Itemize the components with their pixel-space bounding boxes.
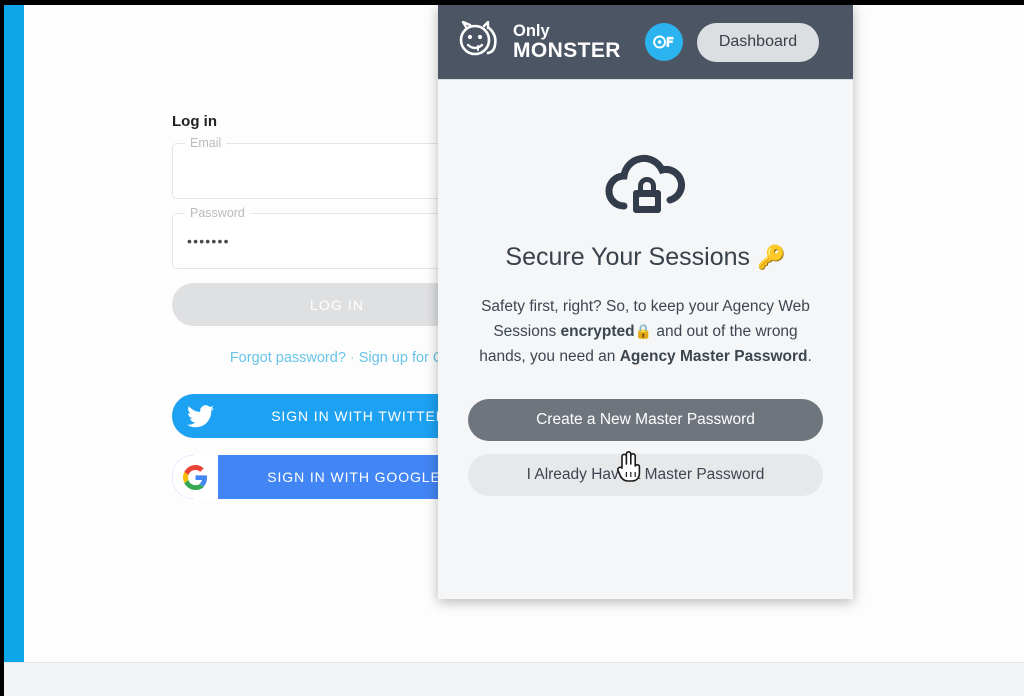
page-bottom-band xyxy=(4,662,1024,696)
password-field-value: ••••••• xyxy=(187,233,230,249)
already-have-master-password-button[interactable]: I Already Have a Master Password xyxy=(468,454,823,497)
brand-line-2: MONSTER xyxy=(513,38,621,62)
top-black-bar xyxy=(0,0,1024,5)
screenshot-root: Log in Email Password ••••••• LOG IN For… xyxy=(0,0,1024,696)
left-black-bar xyxy=(0,0,4,696)
onlyfans-icon[interactable] xyxy=(644,23,683,61)
brand-line-1: Only xyxy=(513,21,550,40)
brand-text: Only MONSTER xyxy=(513,21,621,62)
panel-heading-text: Secure Your Sessions xyxy=(505,243,750,271)
cloud-lock-icon xyxy=(600,150,692,221)
forgot-password-link[interactable]: Forgot password? xyxy=(230,350,346,366)
key-icon: 🔑 xyxy=(756,244,786,270)
panel-description: Safety first, right? So, to keep your Ag… xyxy=(468,294,823,369)
panel-body: Secure Your Sessions 🔑 Safety first, rig… xyxy=(438,80,853,497)
panel-header: Only MONSTER Dashboard xyxy=(438,5,853,80)
password-field-label: Password xyxy=(185,206,250,220)
description-bold-master-password: Agency Master Password xyxy=(619,348,808,366)
link-separator: · xyxy=(349,350,355,366)
brand-logo[interactable]: Only MONSTER xyxy=(458,20,621,64)
create-new-master-password-button[interactable]: Create a New Master Password xyxy=(468,399,823,442)
description-part-3: . xyxy=(807,348,812,366)
padlock-icon: 🔒 xyxy=(634,323,653,340)
panel-heading: Secure Your Sessions 🔑 xyxy=(468,243,823,272)
twitter-icon xyxy=(172,404,228,428)
page-left-accent-strip xyxy=(4,5,24,662)
monster-face-icon xyxy=(458,20,502,64)
extension-panel: Only MONSTER Dashboard Secure Your Sessi… xyxy=(438,5,853,599)
signup-link[interactable]: Sign up for O xyxy=(359,350,444,366)
dashboard-button[interactable]: Dashboard xyxy=(696,22,820,62)
description-bold-encrypted: encrypted xyxy=(560,323,635,341)
email-field-label: Email xyxy=(185,136,227,150)
google-icon xyxy=(172,455,218,499)
